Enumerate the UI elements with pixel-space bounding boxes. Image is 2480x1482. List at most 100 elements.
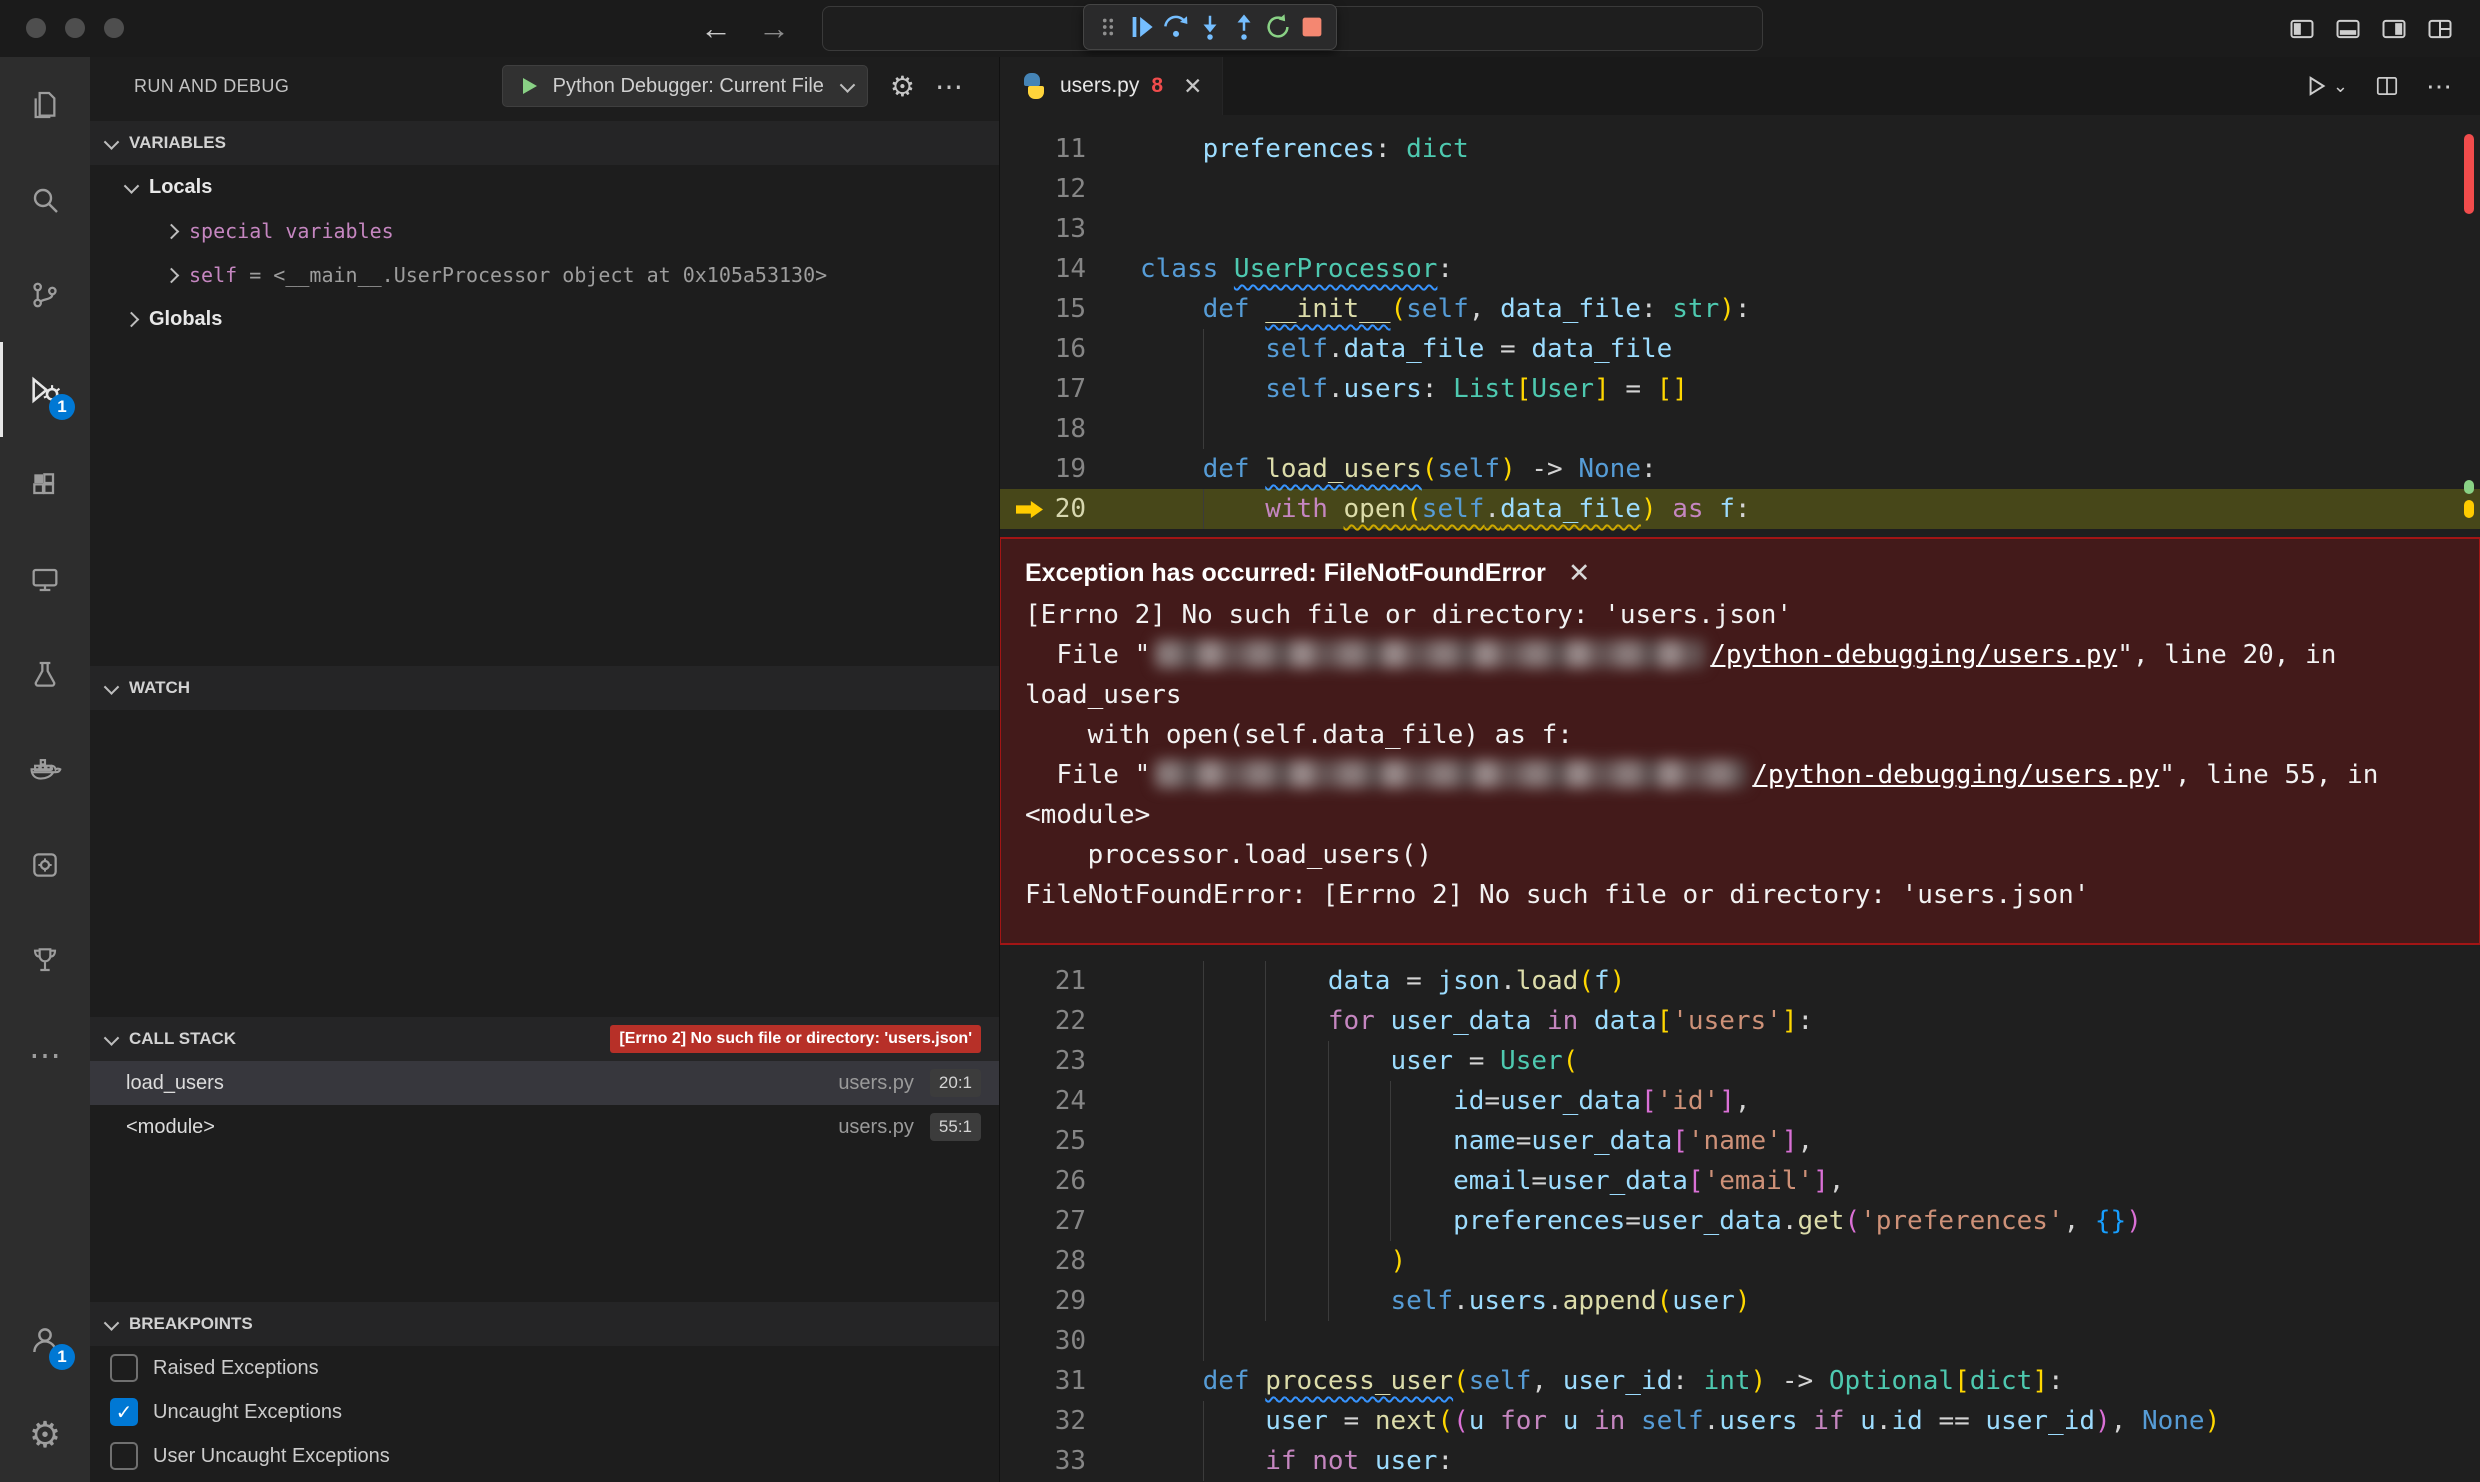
debug-continue-icon[interactable]: [1126, 8, 1158, 46]
accounts-icon[interactable]: 1: [0, 1292, 90, 1387]
configure-gear-icon[interactable]: ⚙: [890, 70, 915, 103]
debug-stop-icon[interactable]: [1296, 8, 1328, 46]
toggle-panel-icon[interactable]: [2334, 15, 2362, 43]
run-python-file-button[interactable]: ⌄: [2303, 73, 2348, 99]
dev-containers-icon[interactable]: [0, 817, 90, 912]
line-number[interactable]: 31: [1000, 1361, 1086, 1401]
code-line-30[interactable]: 30: [1000, 1321, 2480, 1361]
uncaught-exceptions-checkbox[interactable]: ✓: [110, 1398, 138, 1426]
variables-section-header[interactable]: VARIABLES: [90, 121, 999, 165]
code-line-19[interactable]: 19 def load_users(self) -> None:: [1000, 449, 2480, 489]
forward-icon[interactable]: →: [758, 10, 790, 47]
stack-frame-row[interactable]: <module> users.py 55:1: [90, 1105, 999, 1149]
back-icon[interactable]: ←: [700, 10, 732, 47]
line-number[interactable]: 15: [1000, 289, 1086, 329]
code-line-23[interactable]: 23 user = User(: [1000, 1041, 2480, 1081]
line-number[interactable]: 11: [1000, 129, 1086, 169]
breakpoint-row[interactable]: Raised Exceptions: [90, 1346, 999, 1390]
watch-section-header[interactable]: WATCH: [90, 666, 999, 710]
code-line-20[interactable]: 20 with open(self.data_file) as f:: [1000, 489, 2480, 529]
line-number[interactable]: 23: [1000, 1041, 1086, 1081]
stack-file-link[interactable]: /python-debugging/users.py: [1752, 760, 2159, 790]
docker-icon[interactable]: [0, 722, 90, 817]
line-number[interactable]: 18: [1000, 409, 1086, 449]
run-and-debug-icon[interactable]: 1: [0, 342, 90, 437]
code-line-18[interactable]: 18: [1000, 409, 2480, 449]
code-line-16[interactable]: 16 self.data_file = data_file: [1000, 329, 2480, 369]
line-number[interactable]: 25: [1000, 1121, 1086, 1161]
line-number[interactable]: 12: [1000, 169, 1086, 209]
start-debugging-icon[interactable]: [517, 74, 541, 98]
line-number[interactable]: 33: [1000, 1441, 1086, 1481]
customize-layout-icon[interactable]: [2426, 15, 2454, 43]
step-out-icon[interactable]: [1228, 8, 1260, 46]
code-line-28[interactable]: 28 ): [1000, 1241, 2480, 1281]
toggle-secondary-sidebar-icon[interactable]: [2380, 15, 2408, 43]
breakpoint-row[interactable]: User Uncaught Exceptions: [90, 1434, 999, 1478]
step-into-icon[interactable]: [1194, 8, 1226, 46]
run-dropdown-chevron-icon[interactable]: ⌄: [2333, 76, 2348, 97]
code-line-31[interactable]: 31 def process_user(self, user_id: int) …: [1000, 1361, 2480, 1401]
source-control-icon[interactable]: [0, 247, 90, 342]
code-line-13[interactable]: 13: [1000, 209, 2480, 249]
code-line-12[interactable]: 12: [1000, 169, 2480, 209]
settings-gear-icon[interactable]: ⚙: [0, 1387, 90, 1482]
editor-more-actions-icon[interactable]: ⋯: [2426, 71, 2452, 102]
locals-scope-row[interactable]: Locals: [90, 165, 999, 209]
stack-file-link[interactable]: /python-debugging/users.py: [1710, 640, 2117, 670]
code-line-17[interactable]: 17 self.users: List[User] = []: [1000, 369, 2480, 409]
self-variable-row[interactable]: self = <__main__.UserProcessor object at…: [90, 253, 999, 297]
code-line-25[interactable]: 25 name=user_data['name'],: [1000, 1121, 2480, 1161]
line-number[interactable]: 14: [1000, 249, 1086, 289]
restart-icon[interactable]: [1262, 8, 1294, 46]
code-line-21[interactable]: 21 data = json.load(f): [1000, 961, 2480, 1001]
line-number[interactable]: 32: [1000, 1401, 1086, 1441]
line-number[interactable]: 22: [1000, 1001, 1086, 1041]
line-number[interactable]: 24: [1000, 1081, 1086, 1121]
explorer-icon[interactable]: [0, 57, 90, 152]
toggle-sidebar-icon[interactable]: [2288, 15, 2316, 43]
code-line-27[interactable]: 27 preferences=user_data.get('preference…: [1000, 1201, 2480, 1241]
line-number[interactable]: 27: [1000, 1201, 1086, 1241]
raised-exceptions-checkbox[interactable]: [110, 1354, 138, 1382]
breakpoint-row[interactable]: ✓ Uncaught Exceptions: [90, 1390, 999, 1434]
code-area[interactable]: 11 preferences: dict121314class UserProc…: [1000, 115, 2480, 1482]
line-number[interactable]: 17: [1000, 369, 1086, 409]
code-line-29[interactable]: 29 self.users.append(user): [1000, 1281, 2480, 1321]
code-line-24[interactable]: 24 id=user_data['id'],: [1000, 1081, 2480, 1121]
zoom-window-button[interactable]: [104, 18, 124, 38]
line-number[interactable]: 29: [1000, 1281, 1086, 1321]
user-uncaught-exceptions-checkbox[interactable]: [110, 1442, 138, 1470]
trophy-icon[interactable]: [0, 912, 90, 1007]
line-number[interactable]: 13: [1000, 209, 1086, 249]
call-stack-section-header[interactable]: CALL STACK [Errno 2] No such file or dir…: [90, 1017, 999, 1061]
remote-explorer-icon[interactable]: [0, 532, 90, 627]
code-line-22[interactable]: 22 for user_data in data['users']:: [1000, 1001, 2480, 1041]
drag-handle-icon[interactable]: [1092, 8, 1124, 46]
line-number[interactable]: 21: [1000, 961, 1086, 1001]
close-window-button[interactable]: [26, 18, 46, 38]
tab-users-py[interactable]: users.py 8 ✕: [1000, 57, 1223, 115]
line-number[interactable]: 26: [1000, 1161, 1086, 1201]
extensions-icon[interactable]: [0, 437, 90, 532]
line-number[interactable]: 16: [1000, 329, 1086, 369]
code-line-14[interactable]: 14class UserProcessor:: [1000, 249, 2480, 289]
code-line-15[interactable]: 15 def __init__(self, data_file: str):: [1000, 289, 2480, 329]
close-tab-icon[interactable]: ✕: [1183, 73, 1202, 100]
line-number[interactable]: 30: [1000, 1321, 1086, 1361]
testing-icon[interactable]: [0, 627, 90, 722]
special-variables-row[interactable]: special variables: [90, 209, 999, 253]
more-views-icon[interactable]: ⋯: [0, 1007, 90, 1102]
globals-scope-row[interactable]: Globals: [90, 297, 999, 341]
step-over-icon[interactable]: [1160, 8, 1192, 46]
line-number[interactable]: 20: [1000, 489, 1086, 529]
code-line-33[interactable]: 33 if not user:: [1000, 1441, 2480, 1481]
minimize-window-button[interactable]: [65, 18, 85, 38]
split-editor-icon[interactable]: [2374, 73, 2400, 99]
code-line-32[interactable]: 32 user = next((u for u in self.users if…: [1000, 1401, 2480, 1441]
code-line-26[interactable]: 26 email=user_data['email'],: [1000, 1161, 2480, 1201]
debug-config-dropdown[interactable]: Python Debugger: Current File: [502, 65, 868, 107]
search-icon[interactable]: [0, 152, 90, 247]
close-exception-icon[interactable]: ✕: [1568, 553, 1591, 593]
breakpoints-section-header[interactable]: BREAKPOINTS: [90, 1302, 999, 1346]
